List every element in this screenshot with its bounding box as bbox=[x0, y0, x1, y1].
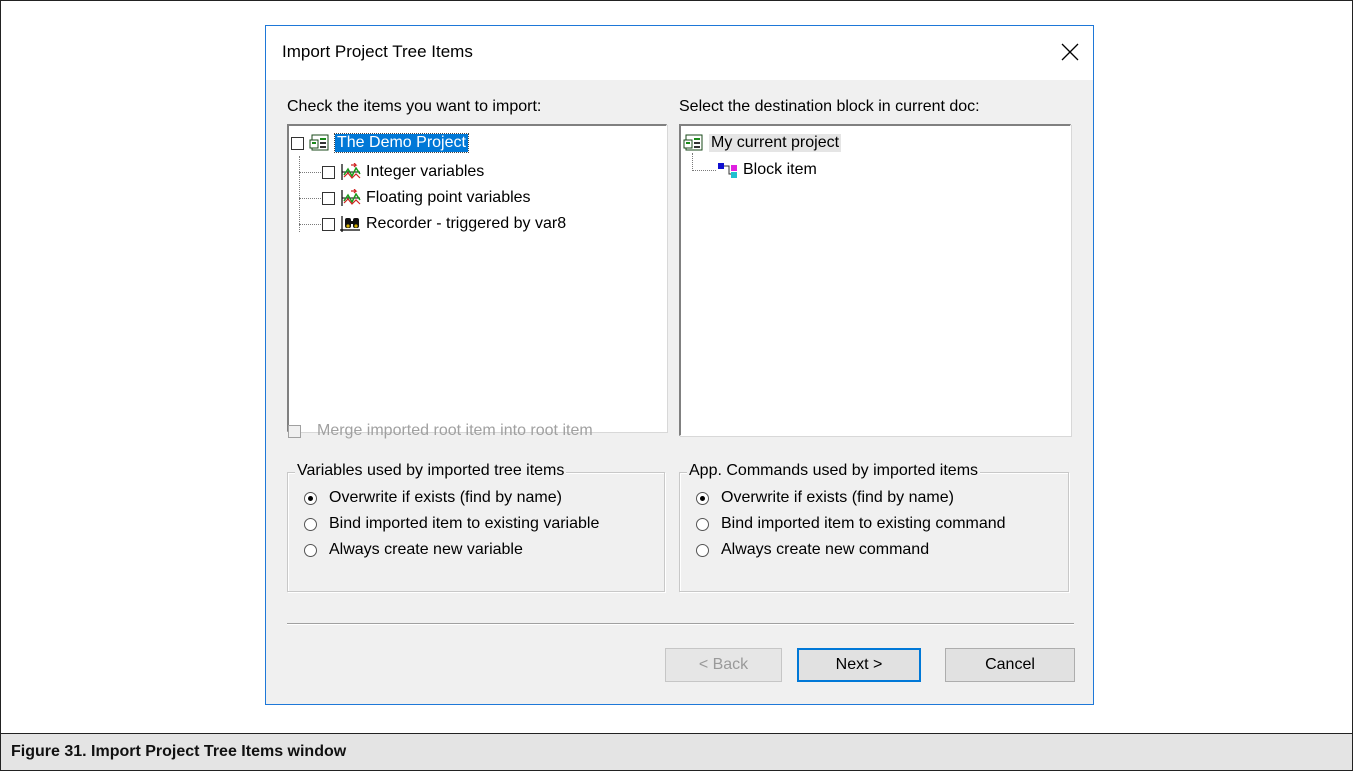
tree-connector bbox=[692, 170, 716, 171]
next-button[interactable]: Next > bbox=[797, 648, 921, 682]
radio-button[interactable] bbox=[304, 543, 317, 557]
tree-node-recorder[interactable]: Recorder - triggered by var8 bbox=[322, 212, 566, 236]
radio-label: Always create new command bbox=[721, 541, 930, 558]
import-dialog: Import Project Tree Items Check the item… bbox=[265, 25, 1094, 705]
commands-group: App. Commands used by imported items Ove… bbox=[679, 462, 1069, 592]
back-button[interactable]: < Back bbox=[665, 648, 782, 682]
tree-node-label: My current project bbox=[709, 134, 842, 152]
radio-button[interactable] bbox=[304, 517, 317, 531]
tree-node-label: The Demo Project bbox=[334, 133, 469, 153]
radio-overwrite-command[interactable]: Overwrite if exists (find by name) bbox=[696, 489, 954, 507]
tree-connector bbox=[692, 153, 693, 171]
tree-node-root[interactable]: The Demo Project bbox=[291, 131, 469, 155]
button-separator bbox=[287, 623, 1074, 625]
variables-group: Variables used by imported tree items Ov… bbox=[287, 462, 665, 592]
title-bar: Import Project Tree Items bbox=[266, 26, 1093, 80]
project-icon bbox=[683, 134, 703, 151]
dialog-title: Import Project Tree Items bbox=[282, 42, 473, 61]
project-icon bbox=[309, 134, 329, 151]
tree-node-label: Integer variables bbox=[366, 163, 485, 180]
tree-connector bbox=[299, 224, 321, 225]
radio-label: Bind imported item to existing command bbox=[721, 515, 1006, 532]
radio-button[interactable] bbox=[304, 491, 317, 505]
radio-label: Overwrite if exists (find by name) bbox=[721, 489, 954, 506]
variables-icon bbox=[341, 163, 361, 180]
tree-node-checkbox[interactable] bbox=[322, 217, 335, 231]
variables-icon bbox=[341, 189, 361, 206]
merge-root-checkbox[interactable]: Merge imported root item into root item bbox=[288, 419, 593, 443]
close-icon bbox=[1061, 43, 1079, 61]
figure-caption-bar: Figure 31. Import Project Tree Items win… bbox=[0, 733, 1353, 771]
radio-new-variable[interactable]: Always create new variable bbox=[304, 541, 523, 559]
tree-connector bbox=[299, 172, 321, 173]
tree-node-label: Floating point variables bbox=[366, 189, 531, 206]
radio-bind-variable[interactable]: Bind imported item to existing variable bbox=[304, 515, 599, 533]
figure-caption: Figure 31. Import Project Tree Items win… bbox=[11, 743, 347, 760]
tree-node-checkbox[interactable] bbox=[322, 191, 335, 205]
radio-new-command[interactable]: Always create new command bbox=[696, 541, 929, 559]
tree-node-checkbox[interactable] bbox=[291, 136, 304, 150]
merge-checkbox-box[interactable] bbox=[288, 424, 301, 438]
tree-node-current-project[interactable]: My current project bbox=[683, 131, 842, 155]
source-tree[interactable]: The Demo Project Integer variables Float… bbox=[287, 124, 667, 432]
cancel-button[interactable]: Cancel bbox=[945, 648, 1075, 682]
close-button[interactable] bbox=[1047, 26, 1093, 80]
radio-label: Always create new variable bbox=[329, 541, 523, 558]
tree-node-block-item[interactable]: Block item bbox=[717, 158, 817, 182]
tree-node-label: Block item bbox=[743, 161, 817, 178]
radio-label: Overwrite if exists (find by name) bbox=[329, 489, 562, 506]
tree-node-float-vars[interactable]: Floating point variables bbox=[322, 186, 531, 210]
radio-button[interactable] bbox=[696, 491, 709, 505]
radio-bind-command[interactable]: Bind imported item to existing command bbox=[696, 515, 1006, 533]
radio-overwrite-variable[interactable]: Overwrite if exists (find by name) bbox=[304, 489, 562, 507]
recorder-icon bbox=[340, 216, 360, 232]
tree-connector bbox=[299, 198, 321, 199]
radio-button[interactable] bbox=[696, 543, 709, 557]
source-tree-label: Check the items you want to import: bbox=[287, 98, 542, 115]
variables-group-title: Variables used by imported tree items bbox=[295, 462, 567, 480]
radio-button[interactable] bbox=[696, 517, 709, 531]
commands-group-title: App. Commands used by imported items bbox=[687, 462, 981, 480]
destination-tree[interactable]: My current project Block item bbox=[679, 124, 1071, 436]
block-icon bbox=[718, 163, 737, 178]
merge-checkbox-label: Merge imported root item into root item bbox=[317, 422, 593, 439]
tree-node-label: Recorder - triggered by var8 bbox=[366, 215, 567, 232]
tree-node-integer-vars[interactable]: Integer variables bbox=[322, 160, 484, 184]
tree-node-checkbox[interactable] bbox=[322, 165, 335, 179]
tree-connector bbox=[299, 156, 300, 232]
dest-tree-label: Select the destination block in current … bbox=[679, 98, 980, 115]
radio-label: Bind imported item to existing variable bbox=[329, 515, 600, 532]
